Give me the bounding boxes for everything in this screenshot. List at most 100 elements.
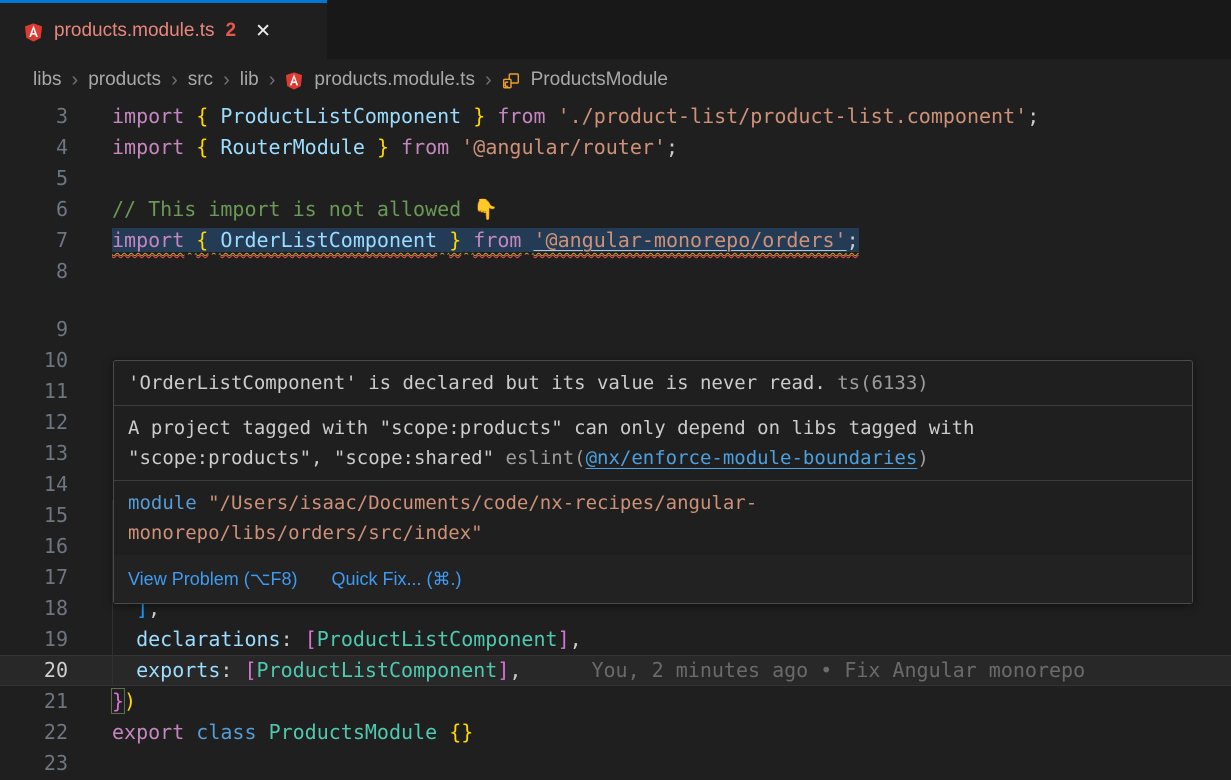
code-token: ProductsModule xyxy=(269,720,438,744)
code-line-content: // This import is not allowed 👇 xyxy=(68,194,1231,225)
line-number[interactable]: 15 xyxy=(0,500,68,531)
line-number[interactable]: 5 xyxy=(0,163,68,194)
angular-icon xyxy=(285,72,303,90)
module-path-line2: monorepo/libs/orders/src/index" xyxy=(128,518,1178,548)
code-line-content: exports: [ProductListComponent],You, 2 m… xyxy=(68,655,1231,686)
code-token xyxy=(461,228,473,252)
tab-problem-badge: 2 xyxy=(226,20,237,42)
line-number[interactable]: 13 xyxy=(0,438,68,469)
breadcrumb-item-src[interactable]: src xyxy=(188,69,213,91)
breadcrumb-item-symbol[interactable]: ProductsModule xyxy=(531,69,668,91)
code-line[interactable]: 6// This import is not allowed 👇 xyxy=(0,194,1231,225)
line-number[interactable]: 21 xyxy=(0,686,68,717)
code-token: '@angular/router' xyxy=(461,135,666,159)
indent-guide xyxy=(112,655,113,686)
code-token: RouterModule xyxy=(220,135,365,159)
code-token: class xyxy=(196,720,256,744)
hover-diagnostics-popup: 'OrderListComponent' is declared but its… xyxy=(113,360,1193,604)
code-token xyxy=(208,135,220,159)
line-number[interactable]: 4 xyxy=(0,132,68,163)
diagnostic-text: 'OrderListComponent' is declared but its… xyxy=(128,372,837,394)
line-number[interactable]: 23 xyxy=(0,748,68,779)
breadcrumb-item-libs[interactable]: libs xyxy=(33,69,62,91)
code-line[interactable]: 19 declarations: [ProductListComponent], xyxy=(0,624,1231,655)
breadcrumb-item-products[interactable]: products xyxy=(88,69,161,91)
diagnostic-ts-message: 'OrderListComponent' is declared but its… xyxy=(114,361,1192,405)
tab-products-module[interactable]: products.module.ts 2 ✕ xyxy=(0,0,327,59)
code-token: ; xyxy=(1027,104,1039,128)
breadcrumb: libs › products › src › lib › products.m… xyxy=(0,59,1231,101)
diagnostic-text-line2: "scope:products", "scope:shared" xyxy=(128,447,506,469)
module-keyword: module xyxy=(128,492,197,514)
line-number[interactable]: 19 xyxy=(0,624,68,655)
code-token xyxy=(365,135,377,159)
code-line[interactable]: 20 exports: [ProductListComponent],You, … xyxy=(0,655,1231,686)
code-token: from xyxy=(473,228,521,252)
code-token: { xyxy=(196,135,208,159)
diagnostic-source-prefix: eslint( xyxy=(506,447,586,469)
code-token: from xyxy=(497,104,545,128)
code-line[interactable]: 3import { ProductListComponent } from '.… xyxy=(0,101,1231,132)
line-number[interactable]: 14 xyxy=(0,469,68,500)
chevron-right-icon: › xyxy=(170,69,179,92)
line-number[interactable]: 8 xyxy=(0,256,68,287)
code-line[interactable]: 23 xyxy=(0,748,1231,779)
code-token: ProductListComponent xyxy=(317,627,558,651)
code-token: ; xyxy=(666,135,678,159)
line-number[interactable]: 11 xyxy=(0,376,68,407)
line-number[interactable]: 20 xyxy=(0,655,68,686)
code-line-content xyxy=(68,256,1231,287)
code-line[interactable]: 9 xyxy=(0,314,1231,345)
code-token xyxy=(437,228,449,252)
code-line-content: import { RouterModule } from '@angular/r… xyxy=(68,132,1231,163)
code-token: ProductListComponent xyxy=(220,104,461,128)
code-line[interactable]: 4import { RouterModule } from '@angular/… xyxy=(0,132,1231,163)
line-number[interactable]: 12 xyxy=(0,407,68,438)
code-line[interactable]: 7import { OrderListComponent } from '@an… xyxy=(0,225,1231,256)
code-token: } xyxy=(112,689,124,713)
code-token: ] xyxy=(558,627,570,651)
code-token xyxy=(112,627,136,651)
line-number[interactable]: 17 xyxy=(0,562,68,593)
line-number[interactable]: 3 xyxy=(0,101,68,132)
code-line-content: import { ProductListComponent } from './… xyxy=(68,101,1231,132)
diagnostic-source: ts(6133) xyxy=(837,372,929,394)
git-blame-annotation: You, 2 minutes ago • Fix Angular monorep… xyxy=(591,658,1085,682)
code-line-content: export class ProductsModule {} xyxy=(68,717,1231,748)
code-token: [ xyxy=(244,658,256,682)
chevron-right-icon: › xyxy=(222,69,231,92)
eslint-rule-link[interactable]: @nx/enforce-module-boundaries xyxy=(586,447,918,469)
quick-fix-button[interactable]: Quick Fix... (⌘.) xyxy=(331,564,461,594)
code-line-content xyxy=(68,163,1231,194)
code-token xyxy=(184,135,196,159)
view-problem-button[interactable]: View Problem (⌥F8) xyxy=(128,564,297,594)
diagnostic-eslint-message: A project tagged with "scope:products" c… xyxy=(114,405,1192,480)
code-line-content: import { OrderListComponent } from '@ang… xyxy=(68,225,1231,256)
code-line-content: declarations: [ProductListComponent], xyxy=(68,624,1231,655)
code-line[interactable]: 22export class ProductsModule {} xyxy=(0,717,1231,748)
breadcrumb-item-lib[interactable]: lib xyxy=(240,69,259,91)
breadcrumb-item-file[interactable]: products.module.ts xyxy=(314,69,475,91)
code-line[interactable]: 21}) xyxy=(0,686,1231,717)
angular-icon xyxy=(24,23,43,42)
code-token: ProductListComponent xyxy=(257,658,498,682)
code-token: ] xyxy=(497,658,509,682)
close-icon[interactable]: ✕ xyxy=(255,20,271,43)
code-token: { xyxy=(196,228,208,252)
code-token: } xyxy=(473,104,485,128)
line-number[interactable]: 7 xyxy=(0,225,68,256)
line-number[interactable]: 9 xyxy=(0,314,68,345)
code-token: [ xyxy=(305,627,317,651)
line-number[interactable]: 22 xyxy=(0,717,68,748)
line-number[interactable]: 16 xyxy=(0,531,68,562)
code-line[interactable]: 8 xyxy=(0,256,1231,287)
module-path-line1: "/Users/isaac/Documents/code/nx-recipes/… xyxy=(197,492,758,514)
code-line[interactable]: 5 xyxy=(0,163,1231,194)
indent-guide xyxy=(112,624,113,655)
code-token: : xyxy=(281,627,305,651)
code-line-content xyxy=(68,748,1231,779)
line-number[interactable]: 18 xyxy=(0,593,68,624)
code-token xyxy=(437,720,449,744)
line-number[interactable]: 10 xyxy=(0,345,68,376)
line-number[interactable]: 6 xyxy=(0,194,68,225)
